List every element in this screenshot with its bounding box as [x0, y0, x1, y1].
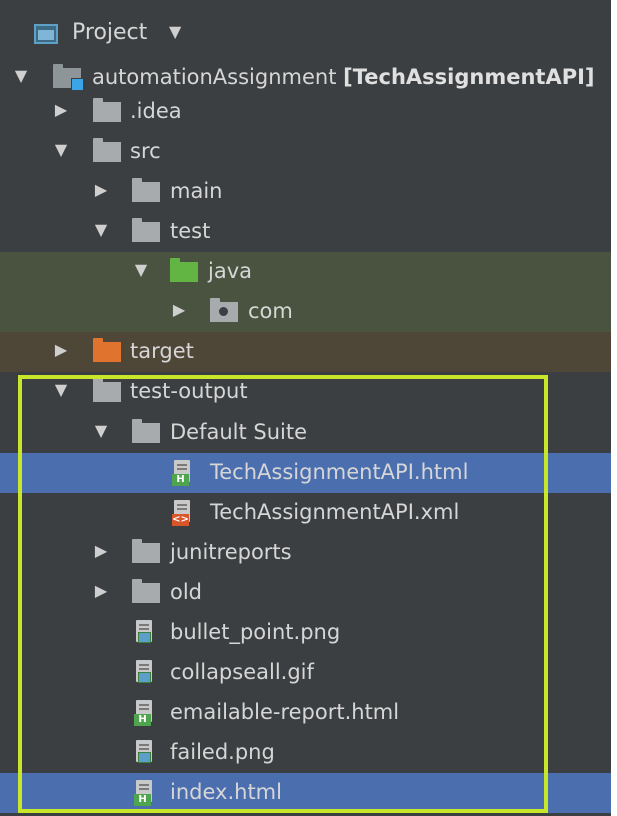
project-window-icon — [34, 24, 58, 44]
package-icon — [210, 298, 238, 322]
root-module: [TechAssignmentAPI] — [343, 65, 595, 89]
image-file-icon — [134, 620, 154, 646]
tree-item-label: test-output — [130, 379, 248, 403]
tree-item-test[interactable]: ▼ test — [0, 212, 611, 252]
tree-item-label: old — [170, 580, 203, 604]
html-file-icon: H — [172, 460, 192, 486]
tree-item-default-suite[interactable]: ▼ Default Suite — [0, 413, 611, 453]
tree-item-src[interactable]: ▼ src — [0, 132, 611, 172]
tree-item-label: TechAssignmentAPI.html — [210, 460, 469, 484]
tree-item-collapseall-gif[interactable]: collapseall.gif — [0, 653, 611, 693]
image-file-icon — [134, 660, 154, 686]
folder-icon — [132, 218, 160, 242]
tree-item-test-output[interactable]: ▼ test-output — [0, 372, 611, 412]
collapse-arrow-icon[interactable]: ▶ — [52, 100, 70, 119]
tree-item-label: automationAssignment [TechAssignmentAPI] — [92, 65, 595, 89]
tree-item-index-html[interactable]: H index.html — [0, 773, 611, 813]
tree-item-techassignmentapi-xml[interactable]: <> TechAssignmentAPI.xml — [0, 493, 611, 533]
expand-arrow-icon[interactable]: ▼ — [52, 380, 70, 399]
expand-arrow-icon[interactable]: ▼ — [52, 140, 70, 159]
tree-item-label: junitreports — [170, 540, 292, 564]
expand-arrow-icon[interactable]: ▼ — [132, 260, 150, 279]
expand-arrow-icon[interactable]: ▼ — [92, 421, 110, 440]
html-file-icon: H — [134, 780, 154, 806]
chevron-down-icon[interactable]: ▼ — [169, 22, 181, 41]
root-name: automationAssignment — [92, 65, 337, 89]
tree-item-emailable-report-html[interactable]: H emailable-report.html — [0, 693, 611, 733]
collapse-arrow-icon[interactable]: ▶ — [92, 581, 110, 600]
tree-item-old[interactable]: ▶ old — [0, 573, 611, 613]
tree-item-label: collapseall.gif — [170, 660, 314, 684]
tree-item-label: com — [248, 299, 293, 323]
tree-item-label: index.html — [170, 780, 282, 804]
tree-item-label: bullet_point.png — [170, 620, 341, 644]
expand-arrow-icon[interactable]: ▼ — [92, 220, 110, 239]
tree-item-label: failed.png — [170, 740, 275, 764]
test-source-folder-icon — [170, 258, 198, 282]
tree-item-com[interactable]: ▶ com — [0, 292, 611, 332]
tree-item-techassignmentapi-html[interactable]: H TechAssignmentAPI.html — [0, 453, 611, 493]
panel-title[interactable]: Project — [72, 20, 147, 45]
tree-item-java[interactable]: ▼ java — [0, 252, 611, 292]
folder-icon — [93, 138, 121, 162]
tree-item-main[interactable]: ▶ main — [0, 172, 611, 212]
tree-item-failed-png[interactable]: failed.png — [0, 733, 611, 773]
folder-icon — [93, 98, 121, 122]
expand-arrow-icon[interactable]: ▼ — [12, 66, 30, 85]
folder-icon — [132, 579, 160, 603]
tree-item-target[interactable]: ▶ target — [0, 332, 611, 372]
tree-item-label: target — [130, 339, 194, 363]
tree-item-label: TechAssignmentAPI.xml — [210, 500, 460, 524]
tree-item-label: test — [170, 219, 211, 243]
html-file-icon: H — [134, 700, 154, 726]
collapse-arrow-icon[interactable]: ▶ — [92, 541, 110, 560]
tree-item-label: main — [170, 179, 223, 203]
excluded-folder-icon — [93, 338, 121, 362]
collapse-arrow-icon[interactable]: ▶ — [170, 300, 188, 319]
collapse-arrow-icon[interactable]: ▶ — [92, 180, 110, 199]
collapse-arrow-icon[interactable]: ▶ — [52, 340, 70, 359]
tree-item-idea[interactable]: ▶ .idea — [0, 92, 611, 132]
project-panel-header: Project ▼ — [0, 0, 611, 58]
folder-icon — [132, 419, 160, 443]
module-folder-icon — [53, 64, 84, 91]
tree-item-bullet-point-png[interactable]: bullet_point.png — [0, 613, 611, 653]
tree-item-junitreports[interactable]: ▶ junitreports — [0, 533, 611, 573]
folder-icon — [132, 178, 160, 202]
project-panel: Project ▼ ▼ automationAssignment [TechAs… — [0, 0, 611, 816]
xml-file-icon: <> — [172, 500, 192, 526]
tree-item-label: emailable-report.html — [170, 700, 400, 724]
tree-item-label: Default Suite — [170, 420, 308, 444]
tree-item-label: src — [130, 139, 161, 163]
image-file-icon — [134, 740, 154, 766]
folder-icon — [93, 378, 121, 402]
tree-item-label: .idea — [130, 99, 182, 123]
tree-item-label: java — [208, 259, 252, 283]
folder-icon — [132, 539, 160, 563]
